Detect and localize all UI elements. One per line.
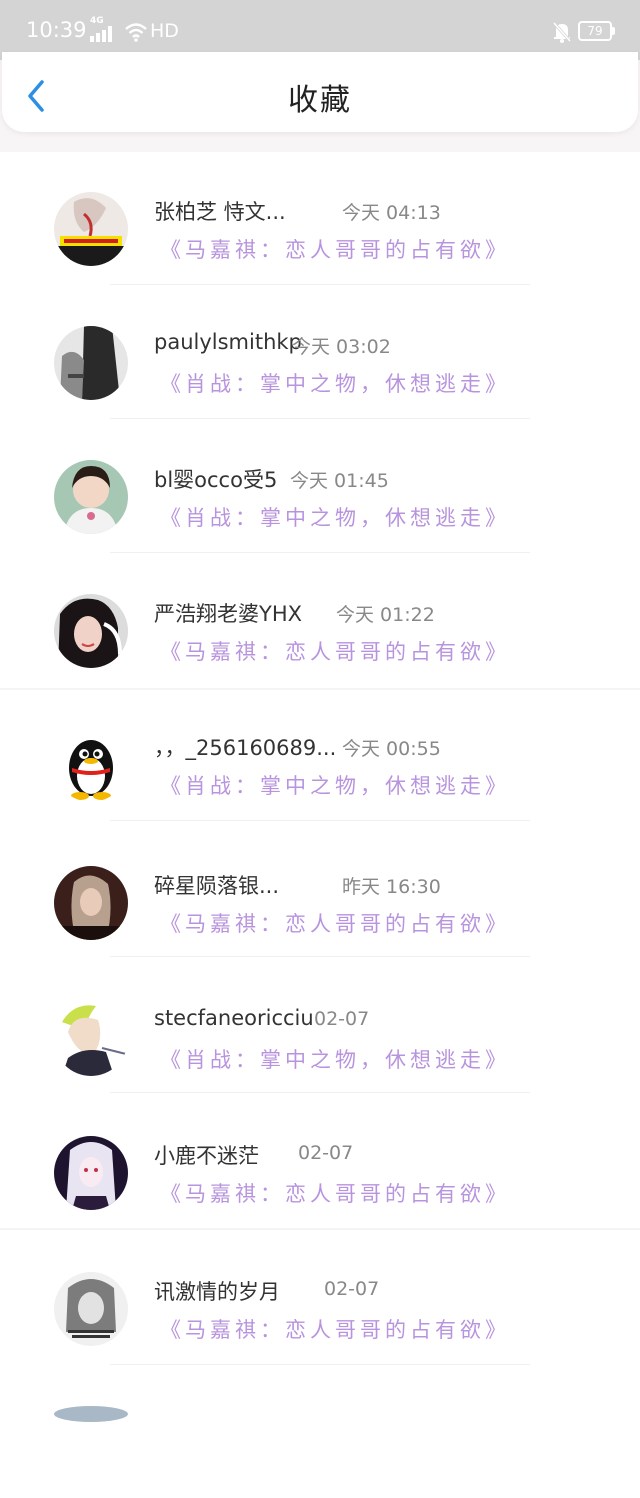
favorite-time: 02-07 [298, 1142, 354, 1164]
favorite-item[interactable]: ，，_256160689... 今天 00:55 《肖战：掌中之物，休想逃走》 [0, 688, 640, 822]
user-name[interactable]: paulylsmithkp [154, 330, 302, 354]
favorite-item[interactable]: 张柏芝 恃文... 今天 04:13 《马嘉祺：恋人哥哥的占有欲》 [0, 152, 640, 286]
signal-icon [90, 26, 112, 42]
divider [110, 284, 530, 285]
user-name[interactable]: 碎星陨落银... [154, 870, 279, 900]
favorite-title[interactable]: 《马嘉祺：恋人哥哥的占有欲》 [160, 1314, 510, 1344]
favorite-item-partial[interactable] [0, 1364, 640, 1498]
avatar [54, 1406, 128, 1422]
favorite-title[interactable]: 《马嘉祺：恋人哥哥的占有欲》 [160, 636, 510, 666]
favorite-title[interactable]: 《肖战：掌中之物，休想逃走》 [160, 770, 510, 800]
favorite-item[interactable]: paulylsmithkp 今天 03:02 《肖战：掌中之物，休想逃走》 [0, 286, 640, 420]
network-type: 4G [90, 16, 104, 26]
divider [110, 820, 530, 821]
favorite-item[interactable]: stecfaneoricciu 02-07 《肖战：掌中之物，休想逃走》 [0, 958, 640, 1093]
avatar [54, 1002, 128, 1076]
favorite-time: 02-07 [324, 1278, 380, 1300]
divider [110, 552, 530, 553]
battery-cap [612, 27, 615, 35]
header: 收藏 [2, 52, 638, 132]
battery-level: 79 [587, 24, 603, 38]
user-name[interactable]: 讯激情的岁月 [154, 1276, 280, 1306]
avatar [54, 192, 128, 266]
divider [110, 956, 530, 957]
favorite-title[interactable]: 《马嘉祺：恋人哥哥的占有欲》 [160, 1178, 510, 1208]
favorite-time: 02-07 [314, 1008, 370, 1030]
favorite-title[interactable]: 《马嘉祺：恋人哥哥的占有欲》 [160, 234, 510, 264]
avatar [54, 594, 128, 668]
favorite-title[interactable]: 《肖战：掌中之物，休想逃走》 [160, 1044, 510, 1074]
status-time: 10:39 [26, 18, 87, 42]
user-name[interactable]: 张柏芝 恃文... [154, 196, 286, 226]
qq-penguin-avatar [54, 728, 128, 802]
favorite-time: 今天 01:22 [336, 604, 435, 626]
user-name[interactable]: 严浩翔老婆YHX [154, 598, 302, 628]
favorite-time: 昨天 16:30 [342, 876, 441, 898]
mute-bell-icon [552, 22, 572, 43]
favorite-title[interactable]: 《肖战：掌中之物，休想逃走》 [160, 502, 510, 532]
hd-indicator: HD [150, 20, 179, 42]
favorite-time: 今天 00:55 [342, 738, 441, 760]
user-name[interactable]: stecfaneoricciu [154, 1006, 314, 1030]
avatar [54, 460, 128, 534]
favorite-item[interactable]: 讯激情的岁月 02-07 《马嘉祺：恋人哥哥的占有欲》 [0, 1228, 640, 1365]
favorite-time: 今天 01:45 [290, 470, 389, 492]
user-name[interactable]: bl婴occo受5 [154, 464, 277, 494]
avatar [54, 1272, 128, 1346]
page-title: 收藏 [288, 83, 352, 118]
favorite-time: 今天 03:02 [292, 336, 391, 358]
divider [110, 418, 530, 419]
favorite-title[interactable]: 《肖战：掌中之物，休想逃走》 [160, 368, 510, 398]
wifi-icon [125, 23, 147, 42]
favorite-item[interactable]: 小鹿不迷茫 02-07 《马嘉祺：恋人哥哥的占有欲》 [0, 1092, 640, 1230]
user-name[interactable]: ，，_256160689... [154, 732, 336, 762]
avatar [54, 326, 128, 400]
favorite-item[interactable]: bl婴occo受5 今天 01:45 《肖战：掌中之物，休想逃走》 [0, 420, 640, 554]
status-bar: 10:39 4G HD 79 [0, 0, 640, 60]
battery-icon: 79 [578, 21, 612, 41]
avatar [54, 1136, 128, 1210]
favorite-item[interactable]: 严浩翔老婆YHX 今天 01:22 《马嘉祺：恋人哥哥的占有欲》 [0, 554, 640, 690]
favorite-title[interactable]: 《马嘉祺：恋人哥哥的占有欲》 [160, 908, 510, 938]
user-name[interactable]: 小鹿不迷茫 [154, 1140, 259, 1170]
favorite-item[interactable]: 碎星陨落银... 昨天 16:30 《马嘉祺：恋人哥哥的占有欲》 [0, 822, 640, 957]
favorite-time: 今天 04:13 [342, 202, 441, 224]
avatar [54, 866, 128, 940]
